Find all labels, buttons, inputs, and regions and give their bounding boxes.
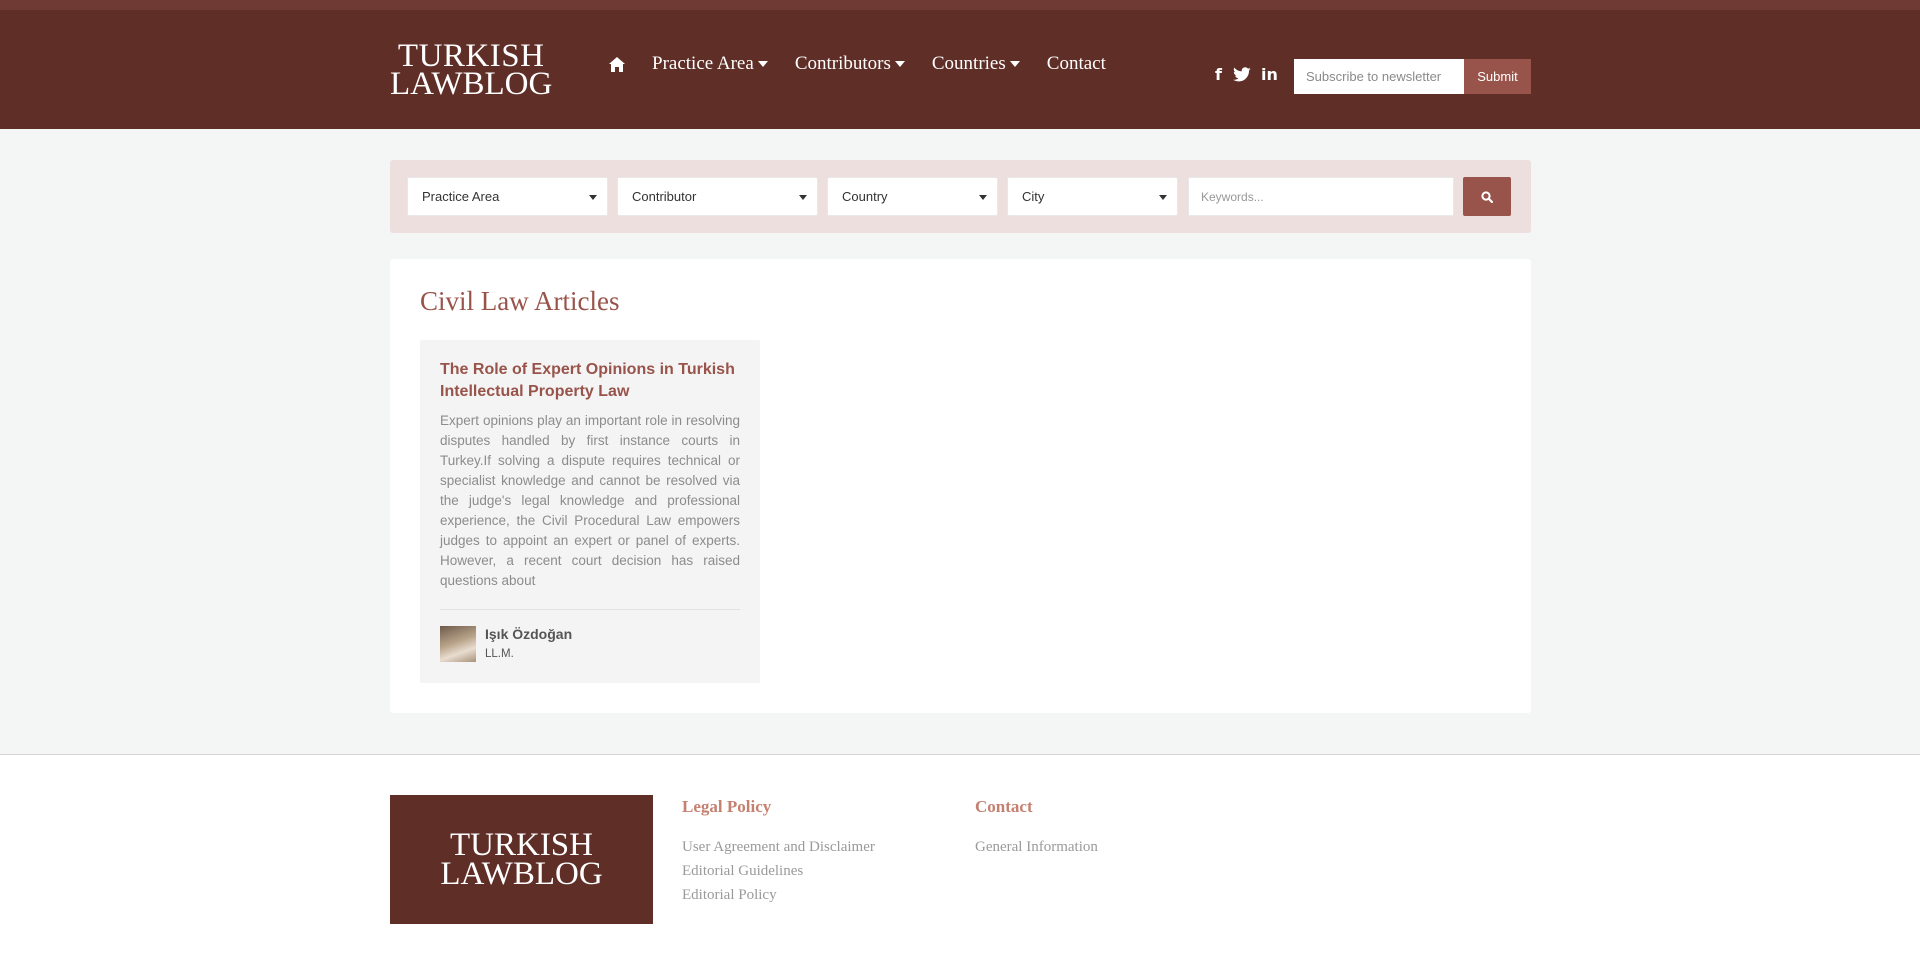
top-accent-strip [0,0,1920,10]
city-select-value: City [1022,189,1045,204]
keywords-input[interactable] [1188,177,1454,216]
newsletter-email-input[interactable] [1294,59,1464,94]
practice-area-select-value: Practice Area [422,189,500,204]
article-divider [440,609,740,610]
dropdown-arrow-icon [799,195,807,200]
country-select[interactable]: Country [827,177,998,216]
nav-contact[interactable]: Contact [1047,53,1106,75]
social-links: f in [1215,65,1289,84]
site-footer: TURKISH LAWBLOG Legal Policy User Agreem… [0,754,1920,964]
linkedin-icon[interactable]: in [1261,65,1278,84]
search-filter-bar: Practice Area Contributor Country City [390,160,1531,233]
footer-legal-heading: Legal Policy [682,797,772,816]
city-select[interactable]: City [1007,177,1178,216]
author-name-link[interactable]: Işık Özdoğan [485,626,572,642]
contributor-select-value: Contributor [632,189,697,204]
twitter-icon[interactable] [1232,67,1251,82]
newsletter-form: Submit [1294,59,1531,94]
footer-contact-heading: Contact [975,797,1033,816]
nav-practice-area-label: Practice Area [652,53,754,74]
footer-link-editorial-policy[interactable]: Editorial Policy [682,883,875,907]
dropdown-arrow-icon [979,195,987,200]
articles-panel: Civil Law Articles The Role of Expert Op… [390,259,1531,713]
author-title: LL.M. [485,648,514,660]
contributor-select[interactable]: Contributor [617,177,818,216]
footer-logo[interactable]: TURKISH LAWBLOG [390,795,653,924]
article-card: The Role of Expert Opinions in Turkish I… [420,340,760,683]
home-icon[interactable] [609,56,625,72]
article-title-link[interactable]: The Role of Expert Opinions in Turkish I… [440,359,745,403]
nav-contributors-label: Contributors [794,53,891,74]
page-title: Civil Law Articles [420,286,620,316]
nav-countries[interactable]: Countries [932,53,1020,75]
facebook-icon[interactable]: f [1215,65,1222,84]
logo-line-2: LAWBLOG [390,66,553,103]
nav-contact-label: Contact [1046,53,1106,74]
search-icon [1481,190,1493,203]
dropdown-arrow-icon [1159,195,1167,200]
footer-logo-line-2: LAWBLOG [440,855,603,892]
footer-link-general-information[interactable]: General Information [975,835,1098,859]
footer-legal-column: Legal Policy User Agreement and Disclaim… [682,797,875,907]
practice-area-select[interactable]: Practice Area [407,177,608,216]
main-nav: Practice Area Contributors Countries Con… [609,53,1133,75]
footer-contact-column: Contact General Information [975,797,1098,859]
article-excerpt: Expert opinions play an important role i… [440,413,740,588]
caret-down-icon [757,61,768,67]
caret-down-icon [1009,61,1020,67]
caret-down-icon [894,61,905,67]
site-logo[interactable]: TURKISH LAWBLOG [390,39,553,103]
author-avatar[interactable] [440,626,476,662]
nav-practice-area[interactable]: Practice Area [652,53,768,75]
country-select-value: Country [842,189,888,204]
nav-countries-label: Countries [931,53,1006,74]
newsletter-submit-button[interactable]: Submit [1464,59,1531,94]
nav-contributors[interactable]: Contributors [795,53,905,75]
dropdown-arrow-icon [589,195,597,200]
footer-link-user-agreement[interactable]: User Agreement and Disclaimer [682,835,875,859]
site-header: TURKISH LAWBLOG Practice Area Contributo… [0,10,1920,129]
search-button[interactable] [1463,177,1511,216]
footer-link-editorial-guidelines[interactable]: Editorial Guidelines [682,859,875,883]
